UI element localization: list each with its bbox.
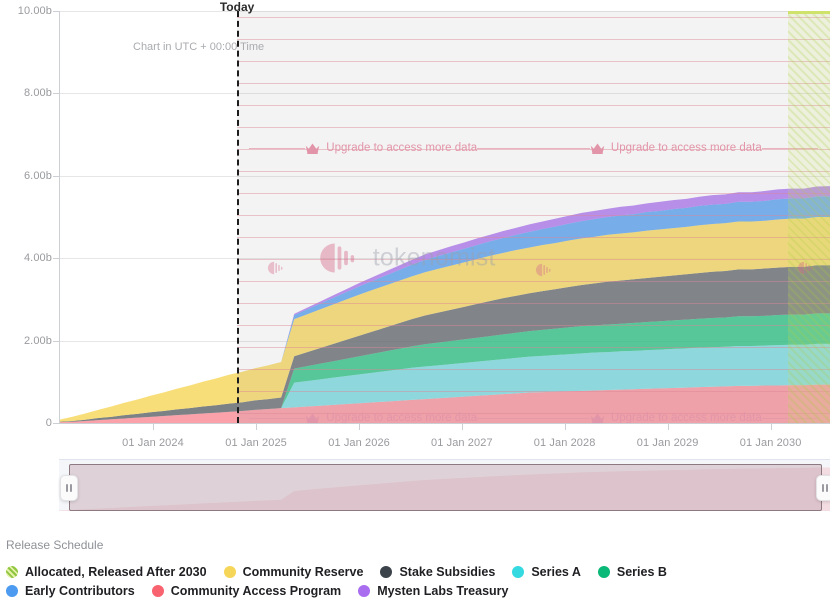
y-axis-tick — [53, 93, 59, 94]
x-axis-tick — [771, 424, 772, 430]
legend-item-label: Community Reserve — [243, 565, 364, 579]
tokenomics-release-schedule-page: Upgrade to access more data Upgrade to a… — [0, 0, 830, 616]
y-axis-tick-label: 4.00b — [24, 252, 52, 264]
utc-timezone-note: Chart in UTC + 00:00 Time — [133, 41, 264, 53]
x-axis-line — [59, 423, 830, 424]
chart-series-layer — [59, 11, 830, 423]
legend-item-community-access-program[interactable]: Community Access Program — [152, 584, 341, 598]
legend-item-label: Community Access Program — [171, 584, 341, 598]
y-axis-tick-label: 8.00b — [24, 87, 52, 99]
y-axis-tick — [53, 11, 59, 12]
upgrade-to-access-more-data-button[interactable]: Upgrade to access more data — [305, 412, 477, 423]
upgrade-rule — [534, 418, 590, 419]
legend-item-label: Stake Subsidies — [399, 565, 495, 579]
upgrade-rule — [762, 418, 818, 419]
upgrade-to-access-more-data-button[interactable]: Upgrade to access more data — [590, 142, 762, 154]
navigator-selected-range[interactable] — [69, 464, 822, 511]
upgrade-rule — [534, 148, 590, 149]
y-axis-tick — [53, 258, 59, 259]
upgrade-cta-row[interactable]: Upgrade to access more data — [534, 409, 819, 423]
legend-color-swatch — [598, 566, 610, 578]
x-axis-tick — [668, 424, 669, 430]
legend-color-swatch — [6, 585, 18, 597]
x-axis-tick — [565, 424, 566, 430]
legend-item-early-contributors[interactable]: Early Contributors — [6, 584, 135, 598]
legend-item-list: Allocated, Released After 2030 Community … — [6, 565, 766, 598]
legend-item-label: Series B — [617, 565, 667, 579]
navigator-track[interactable] — [59, 459, 830, 511]
y-axis-tick-label: 6.00b — [24, 170, 52, 182]
x-axis-tick-label: 01 Jan 2025 — [225, 437, 287, 449]
x-axis-tick — [462, 424, 463, 430]
y-axis-tick — [53, 176, 59, 177]
legend-item-series-b[interactable]: Series B — [598, 565, 667, 579]
legend-item-label: Allocated, Released After 2030 — [25, 565, 207, 579]
y-axis-line — [59, 11, 60, 423]
upgrade-label: Upgrade to access more data — [326, 412, 477, 423]
legend-color-swatch — [358, 585, 370, 597]
upgrade-to-access-more-data-button[interactable]: Upgrade to access more data — [590, 412, 762, 423]
upgrade-rule — [762, 148, 818, 149]
legend-item-label: Series A — [531, 565, 581, 579]
navigator-right-handle[interactable] — [816, 475, 830, 501]
x-axis-tick — [359, 424, 360, 430]
upgrade-rule — [249, 148, 305, 149]
handle-grip-bar — [70, 484, 72, 492]
x-axis-tick-label: 01 Jan 2027 — [431, 437, 493, 449]
upgrade-cta-row[interactable]: Upgrade to access more data — [534, 139, 819, 157]
handle-grip-bar — [822, 484, 824, 492]
y-axis-tick-label: 10.00b — [18, 5, 52, 17]
chart-legend: Release Schedule Allocated, Released Aft… — [0, 538, 830, 598]
upgrade-rule — [477, 418, 533, 419]
chart-range-navigator[interactable] — [59, 459, 830, 511]
handle-grip-bar — [66, 484, 68, 492]
x-axis-tick — [256, 424, 257, 430]
x-axis-tick — [153, 424, 154, 430]
legend-item-mysten-labs-treasury[interactable]: Mysten Labs Treasury — [358, 584, 508, 598]
upgrade-cta-row[interactable]: Upgrade to access more data — [249, 409, 534, 423]
legend-color-swatch — [380, 566, 392, 578]
legend-item-label: Mysten Labs Treasury — [377, 584, 508, 598]
today-label: Today — [220, 0, 254, 14]
upgrade-to-access-more-data-button[interactable]: Upgrade to access more data — [305, 142, 477, 154]
release-schedule-chart[interactable]: Upgrade to access more data Upgrade to a… — [0, 0, 830, 450]
upgrade-label: Upgrade to access more data — [326, 142, 477, 154]
y-axis-tick-label: 2.00b — [24, 335, 52, 347]
navigator-left-handle[interactable] — [60, 475, 78, 501]
crown-icon — [590, 412, 605, 423]
upgrade-label: Upgrade to access more data — [611, 142, 762, 154]
legend-color-swatch — [152, 585, 164, 597]
x-axis-tick-label: 01 Jan 2024 — [122, 437, 184, 449]
upgrade-cta-row[interactable]: Upgrade to access more data — [249, 139, 534, 157]
crown-icon — [305, 142, 320, 154]
upgrade-label: Upgrade to access more data — [611, 412, 762, 423]
legend-item-series-a[interactable]: Series A — [512, 565, 581, 579]
legend-item-label: Early Contributors — [25, 584, 135, 598]
upgrade-rule — [249, 418, 305, 419]
legend-item-community-reserve[interactable]: Community Reserve — [224, 565, 364, 579]
y-axis-tick — [53, 423, 59, 424]
y-axis-tick — [53, 341, 59, 342]
legend-color-swatch — [6, 566, 18, 578]
x-axis-tick-label: 01 Jan 2029 — [637, 437, 699, 449]
legend-color-swatch — [512, 566, 524, 578]
crown-icon — [590, 142, 605, 154]
legend-item-stake-subsidies[interactable]: Stake Subsidies — [380, 565, 495, 579]
legend-color-swatch — [224, 566, 236, 578]
upgrade-rule — [477, 148, 533, 149]
x-axis-tick-label: 01 Jan 2026 — [328, 437, 390, 449]
x-axis-tick-label: 01 Jan 2030 — [740, 437, 802, 449]
today-dashed-line — [237, 11, 239, 423]
chart-plot-area[interactable]: Upgrade to access more data Upgrade to a… — [59, 11, 830, 423]
x-axis-tick-label: 01 Jan 2028 — [534, 437, 596, 449]
legend-title: Release Schedule — [6, 538, 830, 552]
legend-item-allocated-released-after-2030[interactable]: Allocated, Released After 2030 — [6, 565, 207, 579]
handle-grip-bar — [826, 484, 828, 492]
crown-icon — [305, 412, 320, 423]
y-axis-tick-label: 0 — [46, 417, 52, 429]
